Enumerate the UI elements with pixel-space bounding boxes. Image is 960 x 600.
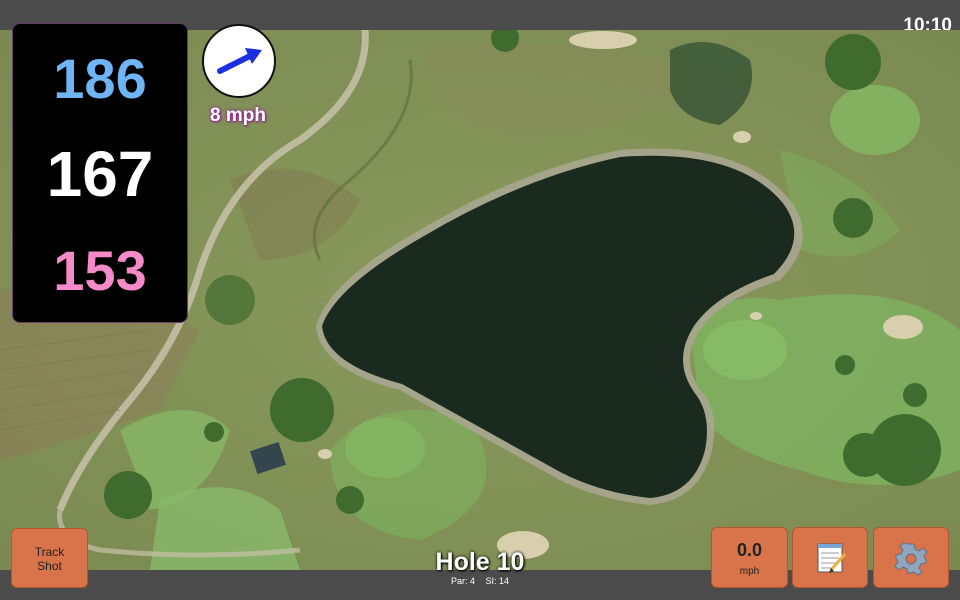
speed-unit: mph: [739, 566, 760, 577]
hole-stroke-index: SI: 14: [485, 576, 510, 586]
speed-button[interactable]: 0.0 mph: [711, 527, 788, 588]
wind-direction-dial: [202, 24, 276, 98]
gear-icon: [894, 542, 928, 576]
hole-title: Hole 10: [435, 548, 525, 576]
distance-panel: 186 167 153: [12, 23, 188, 323]
distance-back: 186: [53, 47, 147, 110]
track-shot-label: Track Shot: [34, 545, 65, 573]
track-shot-button[interactable]: Track Shot: [11, 528, 88, 588]
distance-middle: 167: [46, 138, 154, 210]
distance-front: 153: [53, 239, 147, 302]
hole-info: Hole 10 Par: 4 SI: 14: [380, 548, 580, 587]
settings-button[interactable]: [873, 527, 949, 588]
hole-par: Par: 4: [450, 576, 475, 586]
notes-button[interactable]: [792, 527, 868, 588]
arrow-icon: [217, 48, 262, 74]
speed-value: 0.0: [736, 540, 763, 560]
wind-speed: 8 mph: [210, 105, 266, 126]
notepad-icon: [817, 543, 847, 573]
hole-details: Par: 4 SI: 14: [380, 576, 580, 587]
